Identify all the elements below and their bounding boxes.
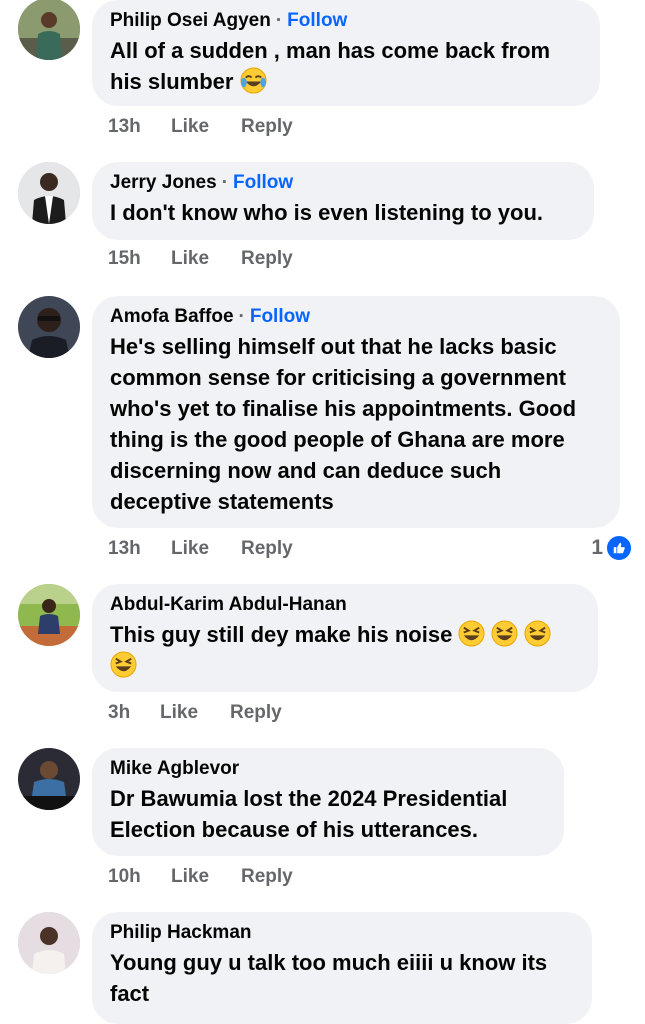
like-button[interactable]: Like	[171, 538, 241, 560]
grinning-squinting-emoji-icon	[110, 651, 137, 678]
reply-button[interactable]: Reply	[241, 116, 293, 138]
comment-bubble: Mike Agblevor Dr Bawumia lost the 2024 P…	[92, 748, 564, 856]
comment-actions: 3h Like Reply	[108, 702, 282, 724]
follow-button[interactable]: Follow	[287, 10, 347, 31]
comment-bubble: Amofa Baffoe · Follow He's selling himself…	[92, 296, 620, 528]
reply-button[interactable]: Reply	[241, 248, 293, 270]
comment-text: All of a sudden , man has come back from…	[110, 35, 582, 97]
timestamp[interactable]: 15h	[108, 248, 171, 270]
separator-dot: ·	[221, 172, 229, 193]
comment-bubble: Jerry Jones · Follow I don't know who is e…	[92, 162, 594, 240]
author-name[interactable]: Philip Hackman	[110, 922, 252, 943]
avatar[interactable]	[18, 912, 80, 974]
grinning-squinting-emoji-icon	[491, 620, 518, 647]
comment-actions: 10h Like Reply	[108, 866, 293, 888]
laughing-tears-emoji-icon	[240, 67, 267, 94]
grinning-squinting-emoji-icon	[458, 620, 485, 647]
author-name[interactable]: Mike Agblevor	[110, 758, 239, 779]
author-name[interactable]: Jerry Jones	[110, 172, 217, 193]
comment-text: Dr Bawumia lost the 2024 Presidential El…	[110, 786, 508, 842]
avatar[interactable]	[18, 162, 80, 224]
avatar[interactable]	[18, 296, 80, 358]
like-button[interactable]: Like	[160, 702, 230, 724]
comment-text: He's selling himself out that he lacks b…	[110, 334, 577, 514]
separator-dot: ·	[238, 306, 245, 327]
timestamp[interactable]: 10h	[108, 866, 171, 888]
follow-button[interactable]: Follow	[250, 306, 310, 327]
comment-text-content: This guy still dey make his noise	[110, 622, 453, 647]
comment-bubble: Abdul-Karim Abdul-Hanan This guy still d…	[92, 584, 598, 692]
reaction-summary[interactable]: 1	[591, 534, 633, 562]
avatar[interactable]	[18, 748, 80, 810]
reply-button[interactable]: Reply	[241, 538, 293, 560]
separator-dot: ·	[275, 10, 283, 31]
avatar[interactable]	[18, 0, 80, 60]
like-button[interactable]: Like	[171, 116, 241, 138]
comment-text-content: All of a sudden , man has come back from…	[110, 38, 551, 94]
comment-actions: 15h Like Reply	[108, 248, 293, 270]
comment-bubble: Philip Osei Agyen · Follow All of a sudden…	[92, 0, 600, 106]
reply-button[interactable]: Reply	[230, 702, 282, 724]
avatar[interactable]	[18, 584, 80, 646]
reply-button[interactable]: Reply	[241, 866, 293, 888]
comment-text: I don't know who is even listening to yo…	[110, 200, 544, 225]
like-button[interactable]: Like	[171, 248, 241, 270]
author-name[interactable]: Abdul-Karim Abdul-Hanan	[110, 594, 347, 615]
follow-button[interactable]: Follow	[233, 172, 293, 193]
comment-actions: 13h Like Reply	[108, 116, 293, 138]
grinning-squinting-emoji-icon	[524, 620, 551, 647]
comment-bubble: Philip Hackman Young guy u talk too much…	[92, 912, 592, 1024]
thumbs-up-icon	[605, 534, 633, 562]
reaction-count: 1	[591, 536, 603, 559]
comment-text: This guy still dey make his noise	[110, 619, 580, 681]
timestamp[interactable]: 3h	[108, 702, 160, 724]
timestamp[interactable]: 13h	[108, 116, 171, 138]
author-name[interactable]: Amofa Baffoe	[110, 306, 234, 327]
like-button[interactable]: Like	[171, 866, 241, 888]
timestamp[interactable]: 13h	[108, 538, 171, 560]
comment-actions: 13h Like Reply	[108, 538, 293, 560]
author-name[interactable]: Philip Osei Agyen	[110, 10, 271, 31]
comment-text: Young guy u talk too much eiiii u know i…	[110, 950, 548, 1006]
